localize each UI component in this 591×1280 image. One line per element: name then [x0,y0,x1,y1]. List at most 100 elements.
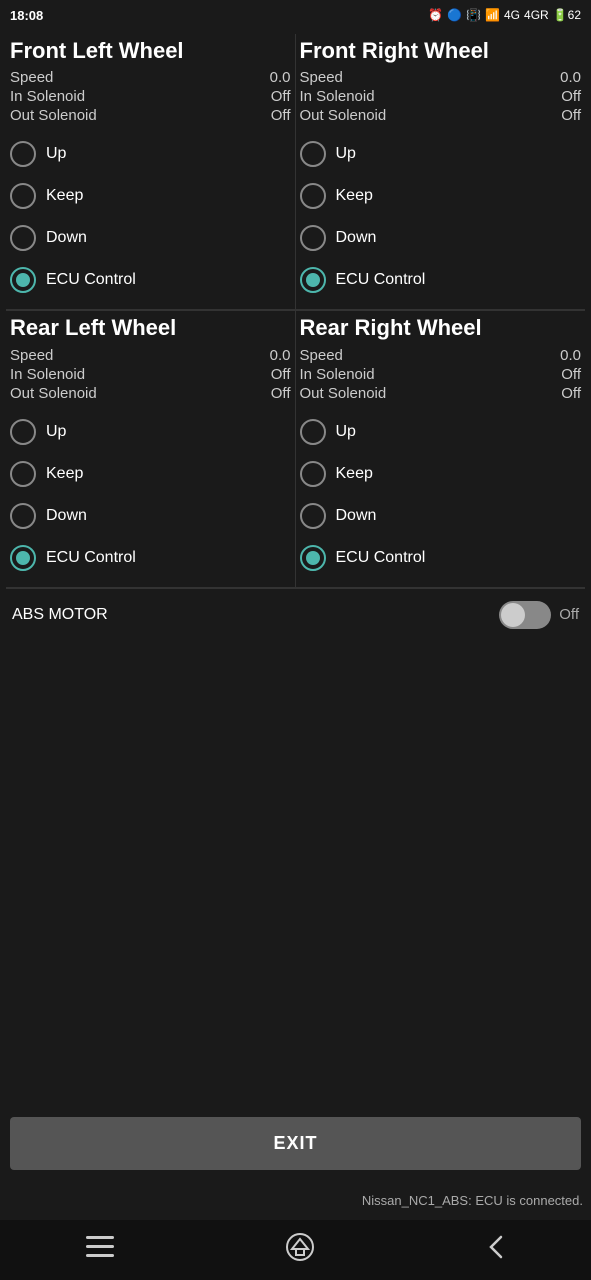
rear-left-insolenoid-row: In Solenoid Off [10,365,291,384]
front-left-down[interactable]: Down [10,217,291,259]
front-right-outsolenoid-row: Out Solenoid Off [300,106,582,125]
nav-bar [0,1220,591,1280]
speed-label-rr: Speed [300,347,343,364]
front-left-ecu-label: ECU Control [46,271,136,289]
rear-left-speed-value: 0.0 [270,347,291,364]
front-left-section: Front Left Wheel Speed 0.0 In Solenoid O… [6,34,296,309]
out-solenoid-label-rr: Out Solenoid [300,385,387,402]
rear-left-down-radio[interactable] [10,503,36,529]
rear-left-ecu[interactable]: ECU Control [10,537,291,579]
front-right-down-radio[interactable] [300,225,326,251]
front-left-up-radio[interactable] [10,141,36,167]
rear-right-speed-row: Speed 0.0 [300,346,582,365]
time: 18:08 [10,8,43,23]
front-left-ecu[interactable]: ECU Control [10,259,291,301]
rear-left-section: Rear Left Wheel Speed 0.0 In Solenoid Of… [6,311,296,586]
front-left-outsolenoid-row: Out Solenoid Off [10,106,291,125]
rear-right-insolenoid-row: In Solenoid Off [300,365,582,384]
front-left-insolenoid-row: In Solenoid Off [10,87,291,106]
toggle-knob [501,603,525,627]
wheels-grid: Front Left Wheel Speed 0.0 In Solenoid O… [6,34,585,309]
front-right-keep[interactable]: Keep [300,175,582,217]
abs-motor-toggle[interactable] [499,601,551,629]
rear-right-outsolenoid-row: Out Solenoid Off [300,384,582,403]
rear-right-speed-value: 0.0 [560,347,581,364]
rear-right-up[interactable]: Up [300,411,582,453]
front-left-speed-value: 0.0 [270,69,291,86]
rear-right-up-radio[interactable] [300,419,326,445]
rear-left-ecu-label: ECU Control [46,549,136,567]
vibrate-icon: 📳 [466,8,481,22]
rear-right-ecu[interactable]: ECU Control [300,537,582,579]
rear-left-down[interactable]: Down [10,495,291,537]
rear-left-outsolenoid-value: Off [271,385,291,402]
rear-left-keep-radio[interactable] [10,461,36,487]
rear-right-down-radio[interactable] [300,503,326,529]
front-left-insolenoid-value: Off [271,88,291,105]
rear-left-speed-row: Speed 0.0 [10,346,291,365]
speed-label-rl: Speed [10,347,53,364]
rear-right-outsolenoid-value: Off [561,385,581,402]
front-right-up-radio[interactable] [300,141,326,167]
rear-right-ecu-radio[interactable] [300,545,326,571]
in-solenoid-label-rr: In Solenoid [300,366,375,383]
rear-right-down[interactable]: Down [300,495,582,537]
speed-label-fr: Speed [300,69,343,86]
wifi-icon: 📶 [485,8,500,22]
nav-back-icon[interactable] [467,1223,525,1278]
front-right-title: Front Right Wheel [300,38,582,64]
nav-home-icon[interactable] [266,1223,334,1278]
front-right-down-label: Down [336,229,377,247]
front-right-keep-label: Keep [336,187,373,205]
front-right-up[interactable]: Up [300,133,582,175]
rear-left-outsolenoid-row: Out Solenoid Off [10,384,291,403]
front-right-ecu-label: ECU Control [336,271,426,289]
status-icons: ⏰ 🔵 📳 📶 4G 4GR 🔋62 [428,8,581,22]
status-bar: 18:08 ⏰ 🔵 📳 📶 4G 4GR 🔋62 [0,0,591,30]
front-right-insolenoid-row: In Solenoid Off [300,87,582,106]
nav-menu-icon[interactable] [66,1226,134,1275]
rear-right-keep[interactable]: Keep [300,453,582,495]
front-left-title: Front Left Wheel [10,38,291,64]
rear-wheels-grid: Rear Left Wheel Speed 0.0 In Solenoid Of… [6,311,585,586]
rear-left-ecu-radio[interactable] [10,545,36,571]
main-content: Front Left Wheel Speed 0.0 In Solenoid O… [0,30,591,641]
battery-icon: 🔋62 [553,8,581,22]
rear-left-up-radio[interactable] [10,419,36,445]
front-left-down-radio[interactable] [10,225,36,251]
front-left-down-label: Down [46,229,87,247]
rear-left-keep-label: Keep [46,465,83,483]
abs-motor-row: ABS MOTOR Off [6,589,585,641]
network-4g: 4G [504,8,520,22]
front-left-keep[interactable]: Keep [10,175,291,217]
in-solenoid-label-fr: In Solenoid [300,88,375,105]
network-4gr: 4GR [524,8,549,22]
rear-right-section: Rear Right Wheel Speed 0.0 In Solenoid O… [296,311,586,586]
front-left-speed-row: Speed 0.0 [10,68,291,87]
front-left-up[interactable]: Up [10,133,291,175]
rear-right-keep-radio[interactable] [300,461,326,487]
rear-left-keep[interactable]: Keep [10,453,291,495]
speed-label: Speed [10,69,53,86]
bluetooth-icon: 🔵 [447,8,462,22]
toggle-container: Off [499,601,579,629]
in-solenoid-label-rl: In Solenoid [10,366,85,383]
front-right-ecu[interactable]: ECU Control [300,259,582,301]
rear-left-title: Rear Left Wheel [10,315,291,341]
rear-right-title: Rear Right Wheel [300,315,582,341]
front-left-keep-radio[interactable] [10,183,36,209]
abs-motor-value: Off [559,606,579,623]
out-solenoid-label-rl: Out Solenoid [10,385,97,402]
front-right-ecu-radio[interactable] [300,267,326,293]
front-right-section: Front Right Wheel Speed 0.0 In Solenoid … [296,34,586,309]
rear-left-down-label: Down [46,507,87,525]
rear-right-up-label: Up [336,423,356,441]
front-left-ecu-radio[interactable] [10,267,36,293]
exit-button[interactable]: EXIT [10,1117,581,1170]
rear-left-radio-group: Up Keep Down ECU Control [10,411,291,579]
front-right-down[interactable]: Down [300,217,582,259]
rear-left-up[interactable]: Up [10,411,291,453]
abs-motor-label: ABS MOTOR [12,606,489,624]
alarm-icon: ⏰ [428,8,443,22]
front-right-keep-radio[interactable] [300,183,326,209]
